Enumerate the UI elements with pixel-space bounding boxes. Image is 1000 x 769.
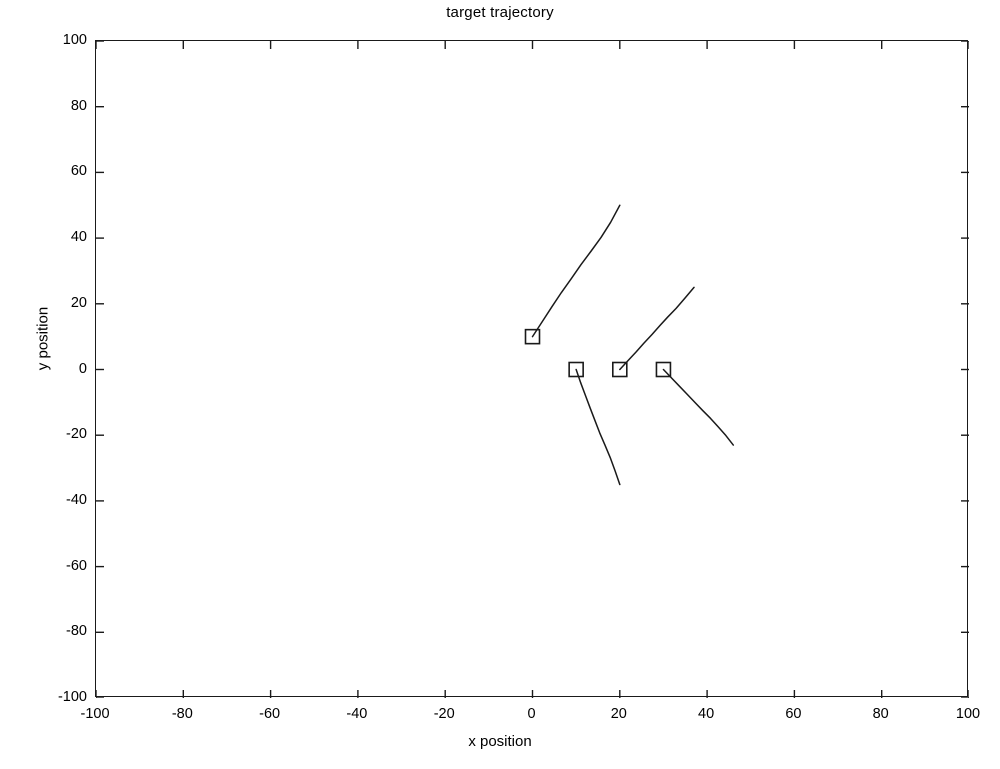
y-tick-label: 100	[62, 32, 87, 48]
y-axis-label: y position	[34, 306, 52, 371]
x-tick-label: 60	[785, 706, 802, 722]
x-axis-label: x position	[468, 733, 532, 750]
x-tick-label: -80	[171, 706, 193, 722]
y-tick-label: -20	[66, 426, 87, 443]
y-tick-label: -100	[57, 689, 87, 705]
x-tick-label: -60	[259, 706, 281, 722]
x-tick-label: 100	[955, 706, 981, 722]
trajectory-line	[662, 368, 735, 446]
x-tick-label: -100	[80, 706, 110, 722]
y-tick-label: 60	[70, 163, 87, 180]
y-tick-label: -60	[66, 557, 87, 574]
y-tick-label: 40	[70, 229, 87, 246]
trajectory-plot-svg	[96, 41, 969, 698]
y-tick-label: -80	[66, 623, 87, 640]
x-tick-label: 0	[527, 706, 536, 722]
x-tick-label: -20	[433, 706, 455, 722]
trajectory-line	[619, 286, 695, 371]
y-tick-label: -40	[66, 491, 87, 508]
trajectory-line	[531, 204, 621, 338]
chart-figure: target trajectory -100 -80 -60 -40 -20 0 20 40 6…	[0, 0, 1000, 769]
chart-title: target trajectory	[446, 4, 554, 21]
x-axis-tick-marks	[96, 41, 969, 698]
x-tick-label: 80	[872, 706, 889, 722]
x-tick-label: 20	[610, 706, 627, 722]
x-tick-label: -40	[346, 706, 368, 722]
trajectory-line	[575, 368, 621, 486]
plot-area	[95, 40, 969, 698]
y-axis-tick-marks	[96, 41, 969, 698]
x-tick-label: 40	[698, 706, 715, 722]
y-tick-label: 80	[70, 97, 87, 114]
trajectory-series-group	[524, 204, 735, 486]
